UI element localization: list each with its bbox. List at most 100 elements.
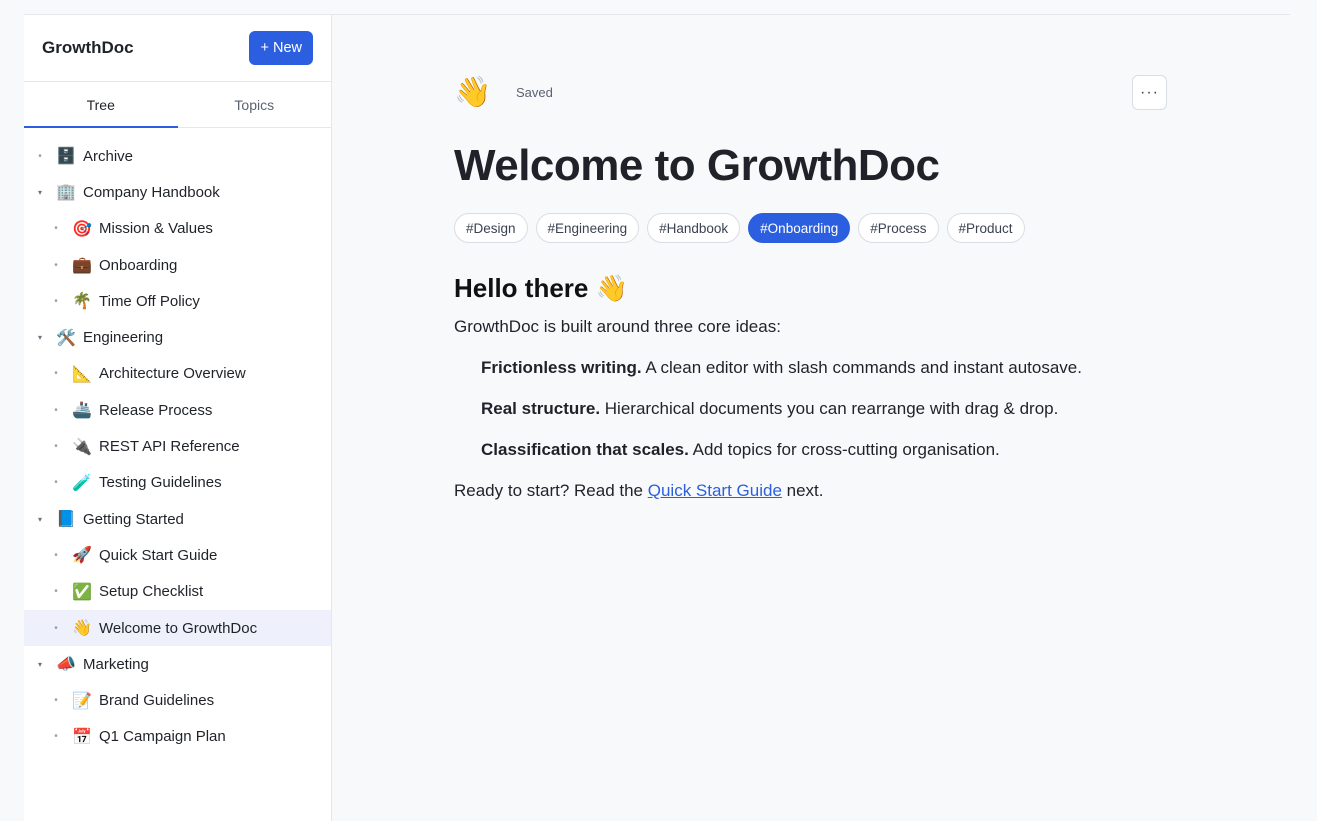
tree-item-emoji-icon: 🔌	[72, 438, 92, 456]
expand-caret-icon[interactable]: ▾	[35, 660, 45, 669]
sidebar-tabs: Tree Topics	[24, 82, 331, 128]
save-status: Saved	[516, 85, 553, 100]
document-pane: 👋 Saved ··· Welcome to GrowthDoc #Design…	[332, 15, 1317, 821]
body-intro: GrowthDoc is built around three core ide…	[454, 317, 781, 336]
tree-item-emoji-icon: 👋	[72, 620, 92, 637]
tree-item-emoji-icon: 🚢	[72, 402, 92, 420]
body-outro: Ready to start? Read the Quick Start Gui…	[454, 480, 1174, 502]
sidebar-header: GrowthDoc + New	[24, 15, 331, 82]
quick-start-link[interactable]: Quick Start Guide	[648, 481, 782, 500]
tree-item-emoji-icon: 📅	[72, 728, 92, 746]
expand-caret-icon[interactable]: ▾	[35, 188, 45, 197]
tree-item-label: Getting Started	[83, 510, 184, 528]
tree-item[interactable]: ▾ 📣 Marketing	[24, 646, 331, 682]
tree-item[interactable]: • 📅 Q1 Campaign Plan	[24, 719, 331, 755]
tree-item-label: Company Handbook	[83, 183, 220, 201]
tree-item[interactable]: • 🗄️ Archive	[24, 138, 331, 174]
tree-item-emoji-icon: 📐	[72, 365, 92, 383]
tab-topics[interactable]: Topics	[178, 82, 332, 127]
new-document-button[interactable]: + New	[249, 31, 313, 65]
tree-item-label: Release Process	[99, 401, 213, 419]
tree-item-label: Marketing	[83, 655, 149, 673]
tree-item-emoji-icon: 🏢	[56, 184, 76, 202]
bullet-dot-icon: •	[54, 622, 58, 634]
tree-item-emoji-icon: 💼	[72, 257, 92, 275]
tree-item[interactable]: • 🧪 Testing Guidelines	[24, 465, 331, 501]
tree-item-label: Setup Checklist	[99, 583, 204, 601]
tree-item-label: Brand Guidelines	[99, 692, 215, 710]
idea-item: Frictionless writing. A clean editor wit…	[481, 357, 1174, 379]
document-tree: • 🗄️ Archive ▾ 🏢 Company Handbook • 🎯 Mission & …	[24, 128, 331, 755]
topic-tag[interactable]: #Handbook	[647, 213, 741, 243]
topic-tag[interactable]: #Engineering	[535, 213, 640, 243]
tree-item[interactable]: ▾ 🏢 Company Handbook	[24, 174, 331, 210]
tree-item[interactable]: • 🌴 Time Off Policy	[24, 283, 331, 319]
tree-item-emoji-icon: 🚀	[72, 547, 92, 565]
document-header: 👋 Saved	[454, 75, 553, 110]
tree-item-label: Quick Start Guide	[99, 546, 218, 564]
bullet-dot-icon: •	[54, 259, 58, 271]
tree-item-emoji-icon: ✅	[72, 583, 92, 601]
tree-item-label: REST API Reference	[99, 438, 240, 456]
tree-item-label: Mission & Values	[99, 220, 213, 238]
tree-item-label: Q1 Campaign Plan	[99, 728, 226, 746]
topic-tag[interactable]: #Design	[454, 213, 528, 243]
tree-item-label: Engineering	[83, 329, 164, 347]
tree-item[interactable]: • 💼 Onboarding	[24, 247, 331, 283]
tree-item[interactable]: • 🚢 Release Process	[24, 392, 331, 428]
tree-item-emoji-icon: 🗄️	[56, 148, 76, 166]
tree-item[interactable]: • 🔌 REST API Reference	[24, 428, 331, 464]
idea-item: Real structure. Hierarchical documents y…	[481, 398, 1174, 420]
bullet-dot-icon: •	[54, 549, 58, 561]
topic-tag[interactable]: #Onboarding	[748, 213, 851, 243]
body-heading: Hello there 👋	[454, 273, 628, 303]
sidebar: GrowthDoc + New Tree Topics • 🗄️ Archive ▾ 🏢…	[24, 15, 332, 821]
idea-title: Real structure.	[481, 399, 601, 418]
tree-item-label: Welcome to GrowthDoc	[99, 619, 258, 637]
tree-item[interactable]: ▾ 📘 Getting Started	[24, 501, 331, 537]
tree-item-emoji-icon: 📣	[56, 656, 76, 674]
idea-text: Hierarchical documents you can rearrange…	[600, 399, 1059, 418]
idea-text: Add topics for cross-cutting organisatio…	[688, 440, 1000, 459]
tree-item-label: Testing Guidelines	[99, 474, 222, 492]
topic-tag[interactable]: #Product	[946, 213, 1025, 243]
tree-item-emoji-icon: 🛠️	[56, 329, 76, 347]
tree-item[interactable]: • 📝 Brand Guidelines	[24, 682, 331, 718]
expand-caret-icon[interactable]: ▾	[35, 515, 45, 524]
tree-item-emoji-icon: 📘	[56, 511, 76, 529]
bullet-dot-icon: •	[54, 695, 58, 707]
tree-item-label: Archive	[83, 147, 134, 165]
bullet-dot-icon: •	[54, 404, 58, 416]
tree-item[interactable]: • 🎯 Mission & Values	[24, 211, 331, 247]
tab-tree[interactable]: Tree	[24, 82, 178, 128]
idea-title: Classification that scales.	[481, 440, 689, 459]
expand-caret-icon[interactable]: ▾	[35, 333, 45, 342]
more-options-button[interactable]: ···	[1132, 75, 1167, 110]
idea-title: Frictionless writing.	[481, 358, 642, 377]
bullet-dot-icon: •	[54, 477, 58, 489]
tree-item[interactable]: • 👋 Welcome to GrowthDoc	[24, 609, 331, 647]
app-title: GrowthDoc	[42, 38, 134, 57]
tree-item[interactable]: • ✅ Setup Checklist	[24, 574, 331, 610]
tree-item-emoji-icon: 🎯	[72, 220, 92, 238]
bullet-dot-icon: •	[54, 223, 58, 235]
tree-item-emoji-icon: 🌴	[72, 293, 92, 311]
tree-item-emoji-icon: 📝	[72, 692, 92, 710]
bullet-dot-icon: •	[38, 150, 42, 162]
tree-item[interactable]: ▾ 🛠️ Engineering	[24, 319, 331, 355]
document-body[interactable]: Hello there 👋 GrowthDoc is built around …	[454, 273, 1174, 521]
tree-item[interactable]: • 📐 Architecture Overview	[24, 356, 331, 392]
idea-item: Classification that scales. Add topics f…	[481, 439, 1174, 461]
bullet-dot-icon: •	[54, 368, 58, 380]
document-emoji-icon[interactable]: 👋	[454, 75, 494, 110]
bullet-dot-icon: •	[54, 586, 58, 598]
tree-item-emoji-icon: 🧪	[72, 474, 92, 492]
bullet-dot-icon: •	[54, 731, 58, 743]
tree-item[interactable]: • 🚀 Quick Start Guide	[24, 537, 331, 573]
document-title[interactable]: Welcome to GrowthDoc	[454, 141, 940, 191]
tree-item-label: Onboarding	[99, 256, 178, 274]
bullet-dot-icon: •	[54, 295, 58, 307]
topic-tag[interactable]: #Process	[858, 213, 939, 243]
bullet-dot-icon: •	[54, 441, 58, 453]
tree-item-label: Architecture Overview	[99, 365, 246, 383]
